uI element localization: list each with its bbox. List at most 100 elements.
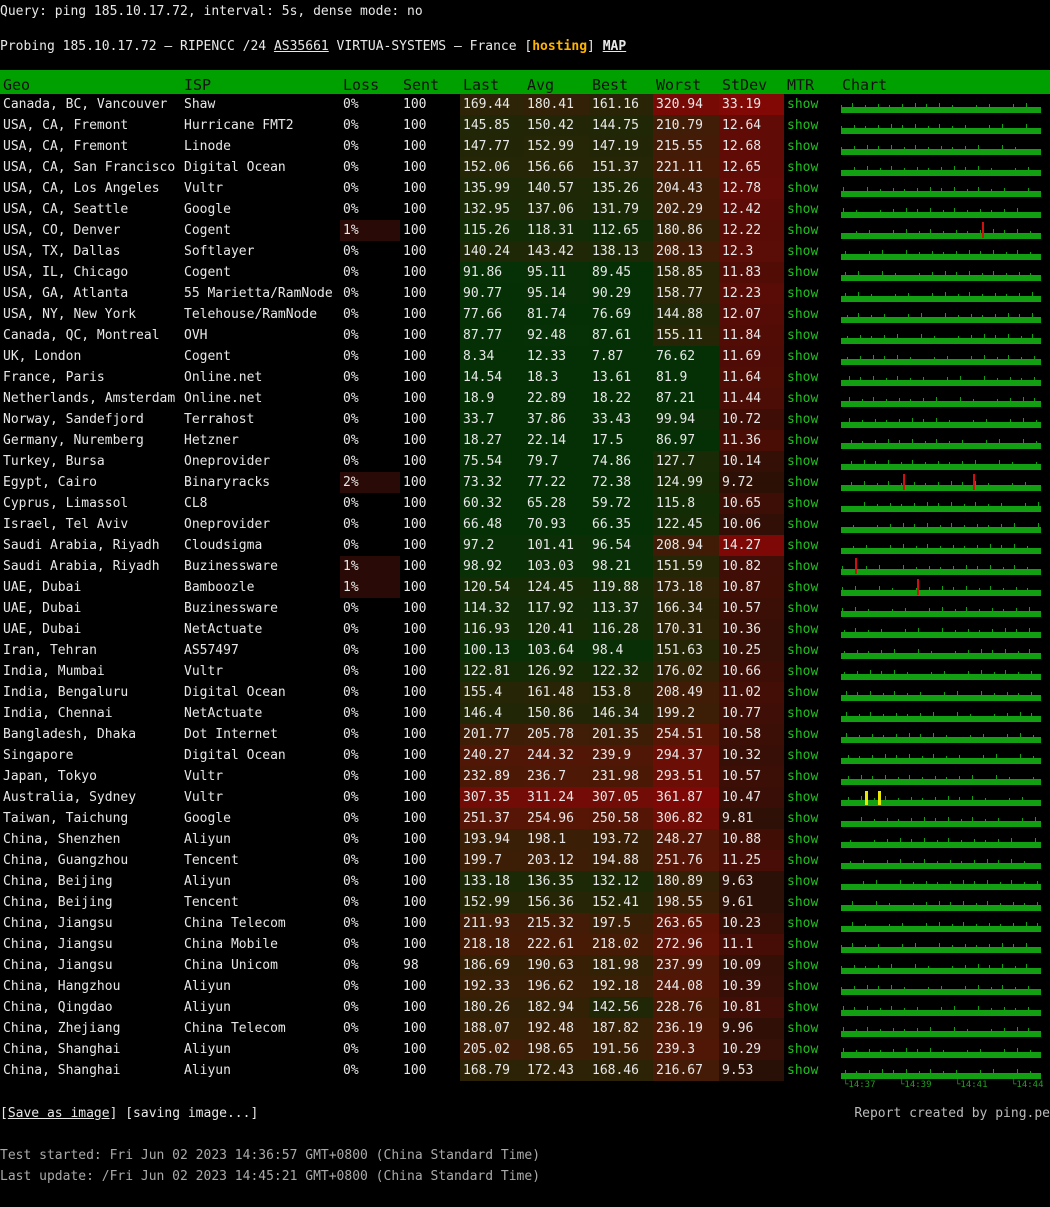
mtr-show-link[interactable]: show: [784, 976, 839, 997]
mtr-show-link[interactable]: show: [784, 955, 839, 976]
mtr-show-link[interactable]: show: [784, 808, 839, 829]
mtr-show-link[interactable]: show: [784, 94, 839, 115]
mtr-show-link[interactable]: show: [784, 850, 839, 871]
mtr-show-link[interactable]: show: [784, 724, 839, 745]
mtr-show-link[interactable]: show: [784, 346, 839, 367]
sparkline-tick: [1016, 587, 1017, 590]
sparkline-tick: [906, 250, 907, 254]
mtr-show-link[interactable]: show: [784, 598, 839, 619]
sparkline-tick: [857, 650, 858, 653]
mtr-show-link[interactable]: show: [784, 787, 839, 808]
mtr-show-link[interactable]: show: [784, 325, 839, 346]
latency-chart-cell: [839, 367, 1050, 388]
mtr-show-link[interactable]: show: [784, 178, 839, 199]
sparkline-tick: [907, 693, 908, 695]
sparkline-tick: [951, 502, 952, 506]
mtr-show-link[interactable]: show: [784, 703, 839, 724]
sparkline-tick: [843, 1048, 844, 1052]
cell-stdev: 9.53: [719, 1060, 784, 1081]
cell-last: 211.93: [460, 913, 524, 934]
mtr-show-link[interactable]: show: [784, 766, 839, 787]
mtr-show-link[interactable]: show: [784, 199, 839, 220]
sparkline-base: [841, 737, 1041, 743]
mtr-show-link[interactable]: show: [784, 619, 839, 640]
mtr-show-link[interactable]: show: [784, 829, 839, 850]
cell-geo: China, Shanghai: [3, 1063, 121, 1078]
cell-sent: 100: [403, 223, 427, 238]
mtr-show-link[interactable]: show: [784, 577, 839, 598]
cell-geo: Taiwan, Taichung: [3, 811, 129, 826]
mtr-show-link[interactable]: show: [784, 535, 839, 556]
mtr-show-link[interactable]: show: [784, 115, 839, 136]
cell-stdev: 9.81: [719, 808, 784, 829]
sparkline-tick: [1023, 397, 1024, 401]
mtr-show-link[interactable]: show: [784, 409, 839, 430]
cell-stdev: 11.83: [719, 262, 784, 283]
cell-best: 194.88: [589, 850, 653, 871]
mtr-show-link[interactable]: show: [784, 556, 839, 577]
mtr-show-link[interactable]: show: [784, 493, 839, 514]
asn-link[interactable]: AS35661: [274, 39, 329, 54]
sparkline-tick: [909, 754, 910, 758]
save-as-image-link[interactable]: Save as image: [8, 1106, 110, 1121]
mtr-show-link[interactable]: show: [784, 745, 839, 766]
mtr-show-link[interactable]: show: [784, 220, 839, 241]
mtr-show-link[interactable]: show: [784, 1018, 839, 1039]
mtr-show-link[interactable]: show: [784, 157, 839, 178]
mtr-show-link[interactable]: show: [784, 241, 839, 262]
cell-sent: 100: [403, 244, 427, 259]
mtr-show-link[interactable]: show: [784, 682, 839, 703]
mtr-show-link[interactable]: show: [784, 514, 839, 535]
mtr-show-link[interactable]: show: [784, 913, 839, 934]
cell-avg: 156.66: [524, 157, 589, 178]
cell-isp: Digital Ocean: [184, 160, 286, 175]
sparkline-tick: [941, 1007, 942, 1010]
sparkline-tick: [849, 376, 850, 380]
sparkline-tick: [926, 902, 927, 905]
probe-prefix: Probing 185.10.17.72 – RIPENCC /24: [0, 39, 274, 54]
cell-geo: China, Hangzhou: [3, 979, 121, 994]
mtr-show-link[interactable]: show: [784, 871, 839, 892]
cell-geo: USA, CA, Fremont: [3, 139, 129, 154]
cell-stdev: 11.64: [719, 367, 784, 388]
mtr-show-link[interactable]: show: [784, 1060, 839, 1081]
latency-sparkline: [841, 661, 1041, 682]
mtr-show-link[interactable]: show: [784, 367, 839, 388]
mtr-show-link[interactable]: show: [784, 661, 839, 682]
cell-best: 135.26: [589, 178, 653, 199]
sparkline-tick: [870, 670, 871, 674]
table-row: USA, GA, Atlanta 55 Marietta/RamNode 0% 100…: [0, 283, 1050, 304]
sparkline-tick: [853, 525, 854, 527]
mtr-show-link[interactable]: show: [784, 472, 839, 493]
sparkline-tick: [873, 376, 874, 380]
cell-last: 122.81: [460, 661, 524, 682]
mtr-show-link[interactable]: show: [784, 640, 839, 661]
mtr-show-link[interactable]: show: [784, 388, 839, 409]
table-row: Singapore Digital Ocean 0% 100 240.27 244.32 2…: [0, 745, 1050, 766]
cell-geo: Japan, Tokyo: [3, 769, 97, 784]
table-row: China, Hangzhou Aliyun 0% 100 192.33 196.62 19…: [0, 976, 1050, 997]
sparkline-tick: [969, 271, 970, 275]
mtr-show-link[interactable]: show: [784, 283, 839, 304]
mtr-show-link[interactable]: show: [784, 892, 839, 913]
mtr-show-link[interactable]: show: [784, 136, 839, 157]
mtr-show-link[interactable]: show: [784, 262, 839, 283]
cell-geo: China, Shenzhen: [3, 832, 121, 847]
mtr-show-link[interactable]: show: [784, 934, 839, 955]
latency-chart-cell: [839, 997, 1050, 1018]
sparkline-tick: [1019, 314, 1020, 317]
latency-chart-cell: [839, 556, 1050, 577]
sparkline-tick: [862, 420, 863, 422]
sparkline-tick: [1018, 651, 1019, 653]
sparkline-tick: [841, 945, 842, 947]
mtr-show-link[interactable]: show: [784, 1039, 839, 1060]
mtr-show-link[interactable]: show: [784, 997, 839, 1018]
sparkline-base: [841, 800, 1041, 806]
cell-geo: India, Mumbai: [3, 664, 105, 679]
mtr-show-link[interactable]: show: [784, 451, 839, 472]
sparkline-base: [841, 191, 1041, 197]
cell-avg: 254.96: [524, 808, 589, 829]
map-link[interactable]: MAP: [603, 39, 626, 54]
mtr-show-link[interactable]: show: [784, 430, 839, 451]
mtr-show-link[interactable]: show: [784, 304, 839, 325]
